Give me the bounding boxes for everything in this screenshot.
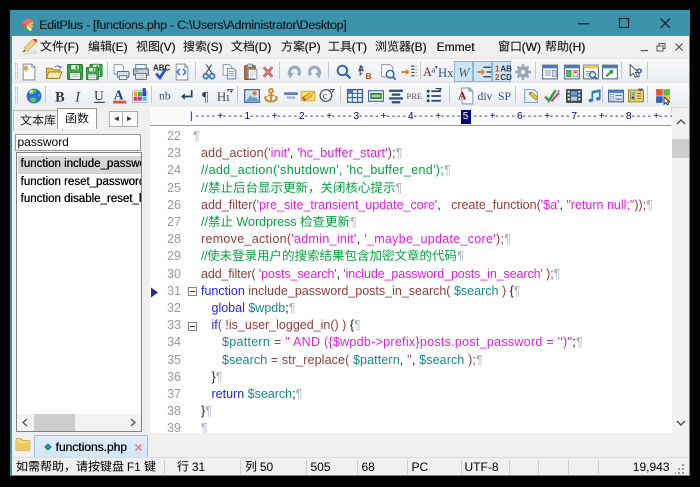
svg-text:Hx: Hx (438, 65, 454, 79)
svg-text:A: A (458, 89, 467, 102)
svg-text:I: I (74, 89, 81, 105)
svg-text:2: 2 (495, 72, 500, 80)
svg-text:¶: ¶ (202, 88, 209, 103)
svg-text:div: div (477, 90, 492, 103)
svg-text:SP: SP (498, 90, 511, 103)
svg-text:?: ? (635, 66, 642, 79)
svg-text:nb: nb (159, 89, 171, 102)
svg-text:U: U (94, 88, 104, 103)
svg-text:a: a (431, 64, 435, 74)
svg-text:PRE: PRE (407, 91, 423, 101)
svg-text:B: B (55, 89, 65, 105)
svg-text:A: A (114, 87, 124, 102)
svg-text:W: W (458, 64, 471, 79)
svg-text:ABC: ABC (153, 63, 170, 72)
svg-text:Hı́: Hı́ (217, 89, 230, 103)
svg-text:c: c (323, 91, 328, 102)
svg-text:A: A (358, 63, 364, 73)
svg-text:B: B (365, 70, 371, 80)
svg-text:CD: CD (500, 72, 512, 80)
